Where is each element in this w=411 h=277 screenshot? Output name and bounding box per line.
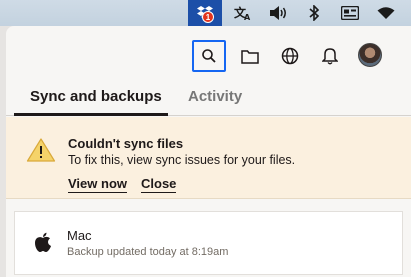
open-website-button[interactable] <box>273 40 307 72</box>
dropbox-popup-panel: Sync and backups Activity Couldn't sync … <box>6 26 411 277</box>
active-tab-indicator <box>14 113 168 116</box>
wifi-icon <box>377 7 395 19</box>
alert-title: Couldn't sync files <box>68 136 184 151</box>
bell-icon <box>322 48 338 65</box>
tab-sync-and-backups[interactable]: Sync and backups <box>30 88 162 105</box>
keyboard-icon <box>341 6 359 20</box>
notification-badge: 1 <box>202 11 214 23</box>
tab-activity[interactable]: Activity <box>188 88 242 105</box>
bluetooth-menubar-button[interactable] <box>305 0 323 26</box>
notifications-button[interactable] <box>313 40 347 72</box>
folder-icon <box>241 49 259 64</box>
bluetooth-icon <box>309 5 319 21</box>
volume-icon <box>270 6 286 20</box>
avatar[interactable] <box>358 43 382 67</box>
apple-icon <box>35 232 51 252</box>
wifi-menubar-button[interactable] <box>374 0 398 26</box>
device-backup-card[interactable]: Mac Backup updated today at 8:19am <box>14 211 403 275</box>
view-now-link[interactable]: View now <box>68 176 127 193</box>
alert-message: To fix this, view sync issues for your f… <box>68 153 296 167</box>
tab-bar: Sync and backups Activity <box>6 82 411 116</box>
device-backup-status: Backup updated today at 8:19am <box>67 246 229 258</box>
search-icon <box>202 49 216 63</box>
warning-icon <box>26 138 56 162</box>
volume-menubar-button[interactable] <box>268 0 292 26</box>
menu-bar: 1 文 A <box>0 0 411 26</box>
dropbox-menubar-button[interactable]: 1 <box>188 0 222 26</box>
device-name: Mac <box>67 228 92 243</box>
globe-icon <box>281 47 299 65</box>
close-link[interactable]: Close <box>141 176 177 193</box>
keyboard-menubar-button[interactable] <box>338 0 362 26</box>
translate-icon: 文 A <box>234 5 251 21</box>
search-button[interactable] <box>192 40 226 72</box>
open-folder-button[interactable] <box>233 40 267 72</box>
translate-menubar-button[interactable]: 文 A <box>232 0 254 26</box>
sync-error-alert: Couldn't sync files To fix this, view sy… <box>6 117 411 199</box>
svg-text:A: A <box>244 13 251 21</box>
